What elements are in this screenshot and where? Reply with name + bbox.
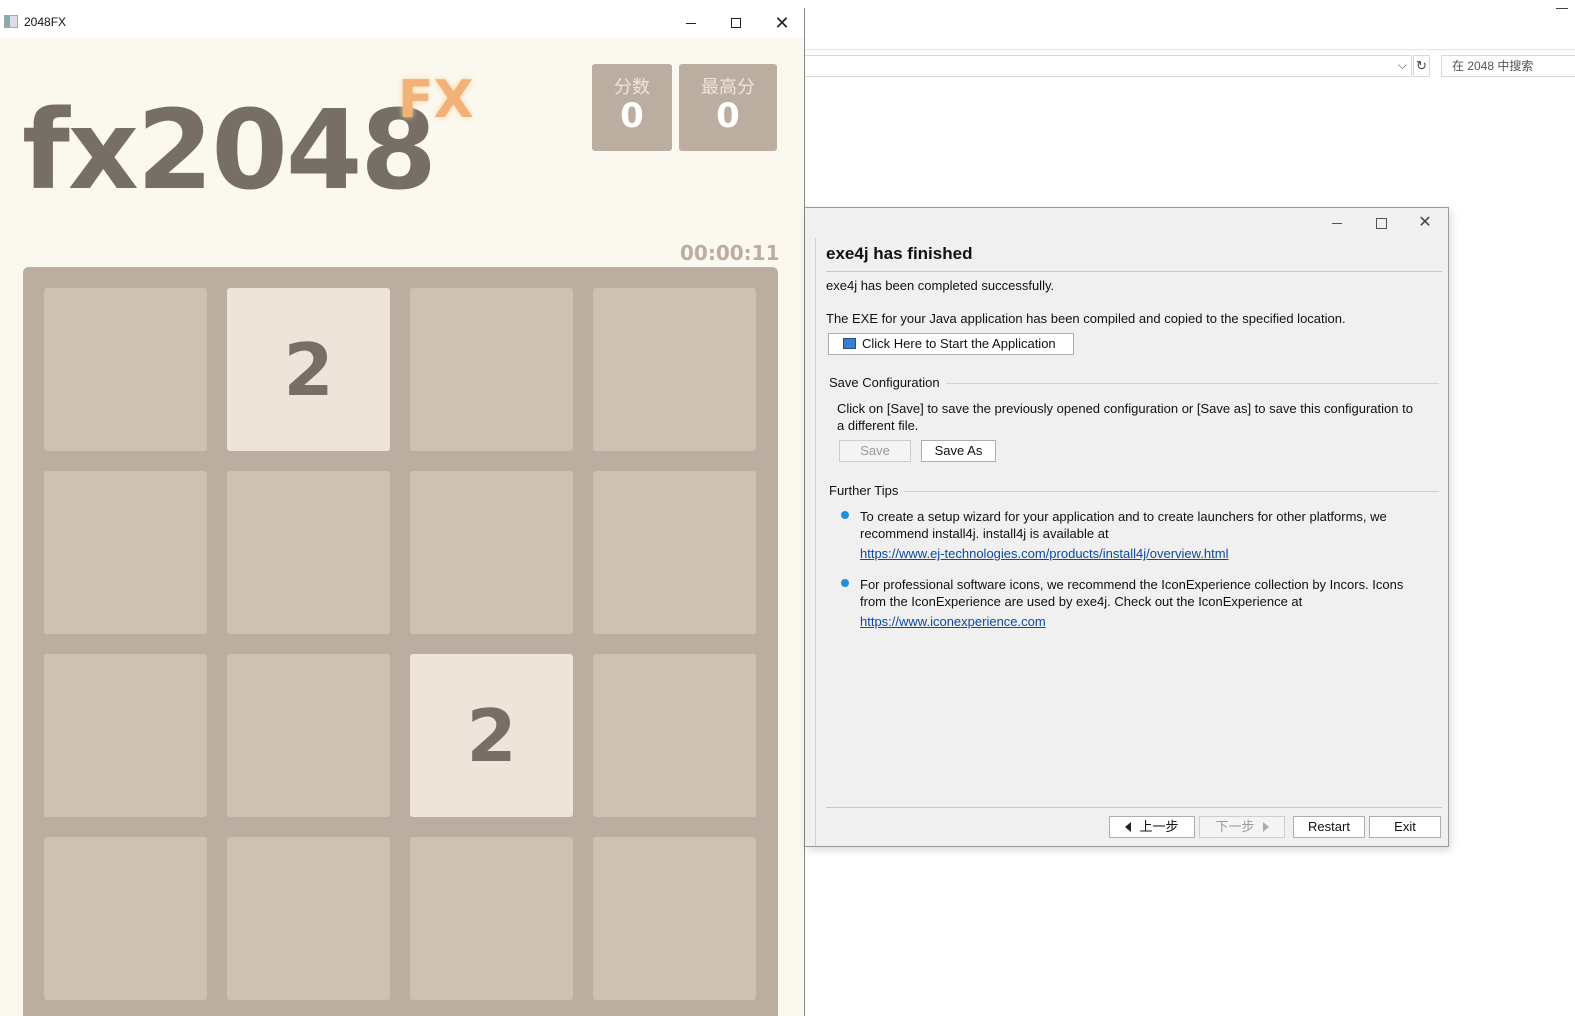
empty-tile — [44, 471, 207, 634]
tip2-line2: from the IconExperience are used by exe4… — [860, 594, 1303, 609]
minimize-button[interactable] — [677, 12, 705, 34]
empty-tile — [410, 837, 573, 1000]
dialog-titlebar: ✕ — [805, 208, 1448, 238]
empty-tile — [410, 288, 573, 451]
tip1-line1: To create a setup wizard for your applic… — [860, 509, 1387, 524]
game-window-title: 2048FX — [24, 15, 67, 29]
iconexperience-link[interactable]: https://www.iconexperience.com — [860, 614, 1046, 629]
arrow-right-icon — [1262, 822, 1269, 832]
empty-tile — [227, 837, 390, 1000]
game-board[interactable]: 22 — [23, 267, 778, 1016]
install4j-link[interactable]: https://www.ej-technologies.com/products… — [860, 546, 1229, 561]
explorer-divider — [805, 49, 1575, 50]
back-button-label: 上一步 — [1139, 819, 1179, 834]
exit-button[interactable]: Exit — [1369, 816, 1441, 838]
completed-text: exe4j has been completed successfully. — [826, 278, 1055, 293]
game-window: 2048FX ✕ fx2048 FX 分数 0 最高分 0 00:00:11 2… — [0, 8, 805, 1016]
game-logo-fx: FX — [398, 70, 474, 130]
refresh-button[interactable]: ↻ — [1413, 55, 1430, 77]
empty-tile — [227, 654, 390, 817]
address-bar[interactable]: ⌵ — [805, 55, 1412, 77]
game-timer: 00:00:11 — [680, 241, 780, 265]
save-description-line2: a different file. — [837, 418, 919, 433]
next-button-label: 下一步 — [1215, 819, 1255, 834]
tips-section-title: Further Tips — [829, 483, 905, 498]
empty-tile — [44, 288, 207, 451]
close-button[interactable]: ✕ — [768, 12, 796, 34]
tip2-line1: For professional software icons, we reco… — [860, 577, 1404, 592]
dialog-side-panel — [805, 238, 816, 846]
start-application-label: Click Here to Start the Application — [862, 336, 1056, 351]
dialog-close-button[interactable]: ✕ — [1410, 212, 1440, 234]
tile-2: 2 — [227, 288, 390, 451]
dialog-maximize-button[interactable] — [1366, 212, 1396, 234]
save-description-line1: Click on [Save] to save the previously o… — [837, 401, 1413, 416]
game-logo: fx2048 — [22, 86, 437, 214]
heading-divider — [826, 271, 1442, 272]
tip1-line2: recommend install4j. install4j is availa… — [860, 526, 1109, 541]
game-titlebar: 2048FX ✕ — [0, 8, 804, 38]
empty-tile — [593, 837, 756, 1000]
empty-tile — [44, 654, 207, 817]
save-section-title: Save Configuration — [829, 375, 946, 390]
arrow-left-icon — [1125, 822, 1132, 832]
compiled-text: The EXE for your Java application has be… — [826, 311, 1346, 326]
chevron-down-icon[interactable]: ⌵ — [1398, 58, 1407, 73]
empty-tile — [593, 654, 756, 817]
start-application-button[interactable]: Click Here to Start the Application — [828, 333, 1074, 355]
back-button[interactable]: 上一步 — [1109, 816, 1195, 838]
score-value: 0 — [620, 96, 644, 136]
bullet-icon — [841, 511, 849, 519]
search-input[interactable]: 在 2048 中搜索 — [1441, 55, 1575, 77]
tile-2: 2 — [410, 654, 573, 817]
footer-divider — [826, 807, 1442, 808]
tips-section-line — [829, 491, 1439, 492]
save-button[interactable]: Save — [839, 440, 911, 462]
best-score-value: 0 — [716, 96, 740, 136]
empty-tile — [593, 288, 756, 451]
dialog-heading: exe4j has finished — [826, 244, 973, 263]
empty-tile — [593, 471, 756, 634]
empty-tile — [410, 471, 573, 634]
maximize-button[interactable] — [722, 12, 750, 34]
score-box: 分数 0 — [592, 64, 672, 151]
next-button[interactable]: 下一步 — [1199, 816, 1285, 838]
application-icon — [843, 338, 856, 349]
restart-button[interactable]: Restart — [1293, 816, 1365, 838]
explorer-minimize-button[interactable] — [1556, 8, 1568, 9]
empty-tile — [44, 837, 207, 1000]
bullet-icon — [841, 579, 849, 587]
empty-tile — [227, 471, 390, 634]
app-icon — [4, 15, 18, 28]
best-score-box: 最高分 0 — [679, 64, 777, 151]
exe4j-dialog: ✕ exe4j has finished exe4j has been comp… — [805, 207, 1449, 847]
save-as-button[interactable]: Save As — [921, 440, 996, 462]
dialog-minimize-button[interactable] — [1322, 212, 1352, 234]
